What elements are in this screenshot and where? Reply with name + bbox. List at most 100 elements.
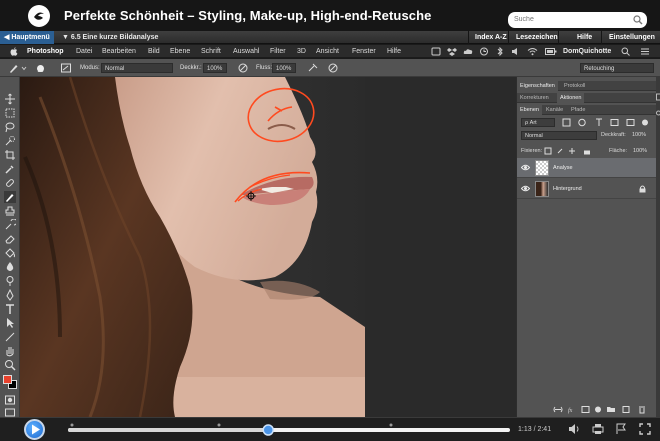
marquee-tool-icon[interactable] xyxy=(4,107,16,119)
visibility-eye-icon[interactable] xyxy=(521,163,530,172)
layer-opacity-input[interactable]: 100% xyxy=(629,131,650,140)
index-button[interactable]: Index A-Z xyxy=(471,31,511,44)
apple-icon[interactable] xyxy=(10,47,18,56)
bookmarks-button[interactable]: Lesezeichen xyxy=(512,31,562,44)
tab-paths[interactable]: Pfade xyxy=(568,105,588,115)
hand-tool-icon[interactable] xyxy=(4,345,16,357)
time-machine-icon[interactable] xyxy=(479,47,489,56)
bookmark-flag-icon[interactable] xyxy=(614,422,628,436)
type-tool-icon[interactable] xyxy=(4,303,16,315)
fullscreen-button-icon[interactable] xyxy=(638,422,652,436)
foreground-color-swatch[interactable] xyxy=(3,375,12,384)
properties-panel-icon[interactable] xyxy=(656,93,660,101)
dodge-tool-icon[interactable] xyxy=(4,275,16,287)
menu-bar: Photoshop Datei Bearbeiten Bild Ebene Sc… xyxy=(0,45,660,58)
healing-brush-tool-icon[interactable] xyxy=(4,177,16,189)
tab-layers[interactable]: Ebenen xyxy=(517,105,542,115)
menu-schrift[interactable]: Schrift xyxy=(201,45,221,58)
menu-ansicht[interactable]: Ansicht xyxy=(316,45,339,58)
menu-bearbeiten[interactable]: Bearbeiten xyxy=(102,45,136,58)
user-name[interactable]: DomQuichotte xyxy=(563,45,611,58)
menu-bild[interactable]: Bild xyxy=(148,45,160,58)
play-button[interactable] xyxy=(24,419,45,440)
layer-filter-kind-select[interactable]: ρ Art xyxy=(521,118,555,127)
status-app-icon[interactable] xyxy=(431,47,441,56)
volume-button-icon[interactable] xyxy=(567,422,581,436)
menu-app-photoshop[interactable]: Photoshop xyxy=(27,45,64,58)
clone-stamp-tool-icon[interactable] xyxy=(4,205,16,217)
dropbox-icon[interactable] xyxy=(447,47,457,56)
brush-panel-icon[interactable] xyxy=(60,62,72,74)
layer-name: Hintergrund xyxy=(553,186,582,192)
menu-auswahl[interactable]: Auswahl xyxy=(233,45,259,58)
lock-options[interactable] xyxy=(544,147,594,155)
workspace-select[interactable]: Retouching xyxy=(580,63,654,73)
history-panel-icon[interactable] xyxy=(656,109,660,117)
brush-tool-icon[interactable] xyxy=(8,62,20,74)
paint-bucket-tool-icon[interactable] xyxy=(4,247,16,259)
eyedropper-tool-icon[interactable] xyxy=(4,163,16,175)
notification-center-icon[interactable] xyxy=(640,47,650,56)
pressure-opacity-icon[interactable] xyxy=(237,62,249,74)
tool-preset-chevron-icon[interactable] xyxy=(21,62,27,74)
course-header: Perfekte Schönheit – Styling, Make-up, H… xyxy=(0,0,660,31)
tab-adjustments[interactable]: Korrekturen xyxy=(517,93,552,103)
pen-tool-icon[interactable] xyxy=(4,289,16,301)
tab-actions[interactable]: Aktionen xyxy=(557,93,585,103)
battery-icon[interactable] xyxy=(545,47,557,56)
crop-tool-icon[interactable] xyxy=(4,149,16,161)
document-canvas[interactable] xyxy=(20,77,365,417)
mode-select[interactable]: Normal xyxy=(101,63,173,73)
menu-hilfe[interactable]: Hilfe xyxy=(387,45,401,58)
lasso-tool-icon[interactable] xyxy=(4,121,16,133)
wifi-icon[interactable] xyxy=(527,47,538,56)
layer-row-analyse[interactable]: Analyse xyxy=(517,158,656,178)
flow-input[interactable]: 100% xyxy=(272,63,296,73)
filter-toggle-icon xyxy=(642,119,648,126)
chapter-dropdown[interactable]: ▼ 6.5 Eine kurze Bildanalyse xyxy=(58,31,162,44)
settings-button[interactable]: Einstellungen xyxy=(605,31,659,44)
menu-3d[interactable]: 3D xyxy=(297,45,306,58)
layer-row-hintergrund[interactable]: Hintergrund xyxy=(517,179,656,199)
panel-icon-strip xyxy=(656,77,660,417)
seek-thumb xyxy=(262,424,274,436)
quick-selection-tool-icon[interactable] xyxy=(4,135,16,147)
brush-size-picker[interactable]: 20 xyxy=(33,60,48,76)
properties-tab-bar: Eigenschaften Protokoll xyxy=(517,81,656,91)
blend-mode-select[interactable]: Normal xyxy=(521,131,597,140)
fill-input[interactable]: 100% xyxy=(633,148,647,154)
menu-datei[interactable]: Datei xyxy=(76,45,92,58)
airbrush-icon[interactable] xyxy=(307,62,319,74)
opacity-input[interactable]: 100% xyxy=(203,63,227,73)
brush-tool-active-icon[interactable] xyxy=(4,191,16,203)
tab-channels[interactable]: Kanäle xyxy=(543,105,566,115)
eraser-tool-icon[interactable] xyxy=(4,233,16,245)
history-brush-tool-icon[interactable] xyxy=(4,219,16,231)
cloud-icon[interactable] xyxy=(463,47,473,56)
visibility-eye-icon[interactable] xyxy=(521,184,530,193)
tab-history[interactable]: Protokoll xyxy=(561,81,588,91)
menu-ebene[interactable]: Ebene xyxy=(170,45,190,58)
spotlight-icon[interactable] xyxy=(621,47,630,56)
quick-mask-icon[interactable] xyxy=(4,394,16,406)
search-input[interactable] xyxy=(508,12,647,28)
filter-adjustment-icon xyxy=(578,118,586,127)
search-icon[interactable] xyxy=(633,15,643,25)
menu-fenster[interactable]: Fenster xyxy=(352,45,376,58)
help-button[interactable]: Hilfe xyxy=(573,31,596,44)
pressure-size-icon[interactable] xyxy=(327,62,339,74)
seek-bar[interactable] xyxy=(68,422,510,438)
menu-filter[interactable]: Filter xyxy=(270,45,286,58)
volume-icon[interactable] xyxy=(511,47,521,56)
mode-label: Modus: xyxy=(80,65,100,71)
main-menu-button[interactable]: ◀ Hauptmenü xyxy=(0,31,54,44)
print-button-icon[interactable] xyxy=(591,422,605,436)
path-selection-tool-icon[interactable] xyxy=(4,317,16,329)
layer-style-icon: fx xyxy=(568,407,573,414)
tab-properties[interactable]: Eigenschaften xyxy=(517,81,558,91)
move-tool-icon[interactable] xyxy=(4,93,16,105)
line-tool-icon[interactable] xyxy=(4,331,16,343)
zoom-tool-icon[interactable] xyxy=(4,359,16,371)
bluetooth-icon[interactable] xyxy=(495,47,505,56)
blur-tool-icon[interactable] xyxy=(4,261,16,273)
